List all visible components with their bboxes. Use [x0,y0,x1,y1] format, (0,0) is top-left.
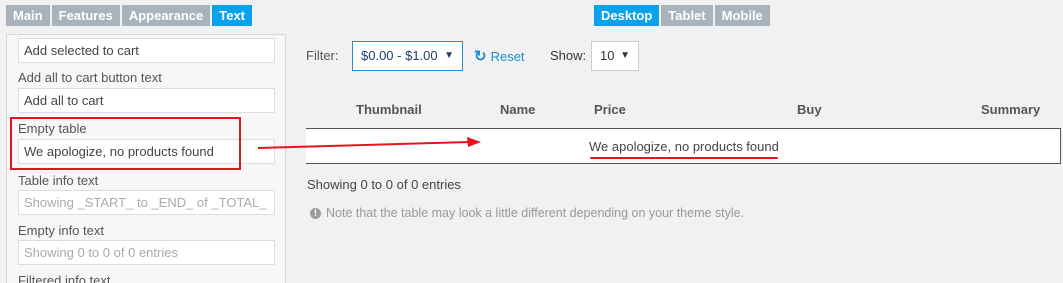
annotation-arrow [257,137,481,149]
